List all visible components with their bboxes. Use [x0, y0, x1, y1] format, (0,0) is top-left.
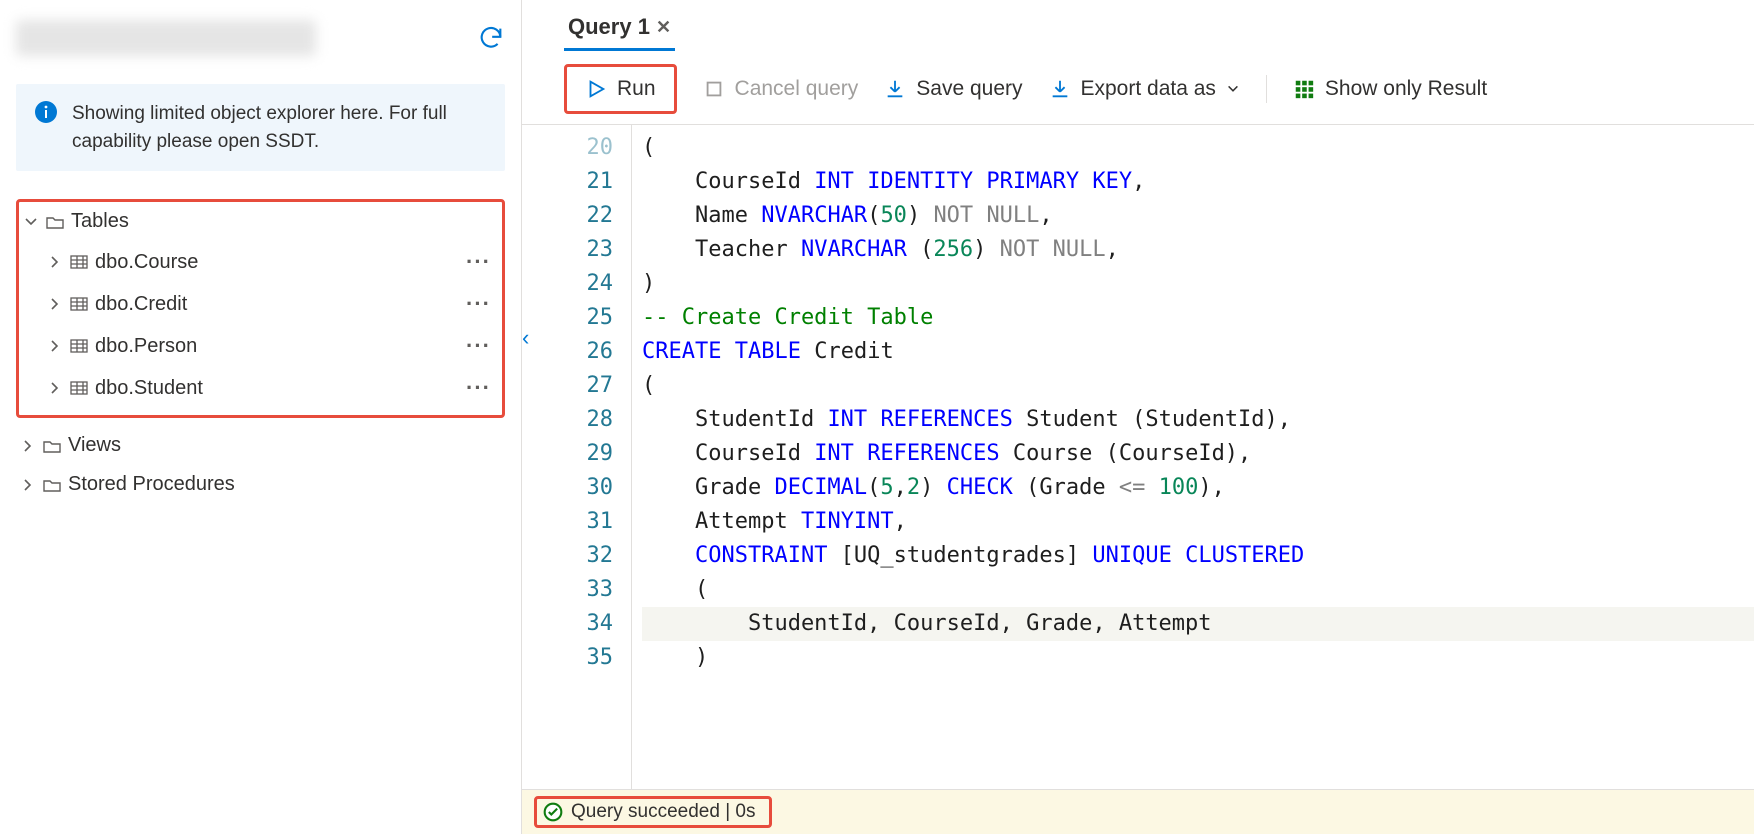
tab-title: Query 1 — [568, 14, 650, 40]
status-bar: Query succeeded | 0s — [522, 789, 1754, 834]
table-icon — [69, 252, 89, 272]
info-banner: Showing limited object explorer here. Fo… — [16, 84, 505, 171]
chevron-right-icon — [47, 254, 63, 270]
toolbar: Run Cancel query Save query Export data … — [522, 52, 1754, 125]
table-row[interactable]: dbo.Credit··· — [19, 283, 502, 325]
stop-icon — [703, 78, 725, 100]
more-icon[interactable]: ··· — [466, 291, 488, 317]
line-gutter: 20212223242526272829303132333435 — [552, 125, 632, 789]
toolbar-divider — [1266, 75, 1267, 103]
tab-bar: Query 1 ✕ — [522, 0, 1754, 52]
tab-query-1[interactable]: Query 1 ✕ — [564, 8, 675, 51]
chevron-right-icon — [47, 296, 63, 312]
download-icon — [1049, 78, 1071, 100]
object-explorer-sidebar: Showing limited object explorer here. Fo… — [0, 0, 522, 834]
tables-highlight: Tables dbo.Course···dbo.Credit···dbo.Per… — [16, 199, 505, 418]
more-icon[interactable]: ··· — [466, 249, 488, 275]
more-icon[interactable]: ··· — [466, 333, 488, 359]
table-icon — [69, 336, 89, 356]
code-area[interactable]: ( CourseId INT IDENTITY PRIMARY KEY, Nam… — [632, 125, 1754, 789]
table-name: dbo.Person — [95, 335, 466, 358]
export-label: Export data as — [1081, 77, 1216, 101]
chevron-right-icon — [47, 338, 63, 354]
export-data-button[interactable]: Export data as — [1049, 77, 1240, 101]
tables-label: Tables — [71, 210, 498, 233]
tree-tables[interactable]: Tables — [19, 202, 502, 241]
tree-stored-procedures[interactable]: Stored Procedures — [16, 465, 505, 504]
table-icon — [69, 294, 89, 314]
status-highlight: Query succeeded | 0s — [534, 796, 772, 828]
object-tree: Tables dbo.Course···dbo.Credit···dbo.Per… — [16, 199, 505, 504]
table-name: dbo.Course — [95, 251, 466, 274]
run-button[interactable]: Run — [564, 64, 677, 114]
close-icon[interactable]: ✕ — [656, 17, 671, 38]
table-row[interactable]: dbo.Student··· — [19, 367, 502, 409]
show-result-label: Show only Result — [1325, 77, 1487, 101]
collapse-panel-icon[interactable]: ‹ — [522, 325, 529, 351]
views-label: Views — [68, 434, 501, 457]
cancel-label: Cancel query — [735, 77, 859, 101]
save-query-button[interactable]: Save query — [884, 77, 1022, 101]
show-only-result-button[interactable]: Show only Result — [1293, 77, 1487, 101]
table-row[interactable]: dbo.Person··· — [19, 325, 502, 367]
chevron-down-icon — [1226, 82, 1240, 96]
cancel-query-button: Cancel query — [703, 77, 859, 101]
folder-icon — [42, 436, 62, 456]
folder-icon — [42, 475, 62, 495]
table-name: dbo.Student — [95, 377, 466, 400]
table-icon — [69, 378, 89, 398]
chevron-right-icon — [47, 380, 63, 396]
save-label: Save query — [916, 77, 1022, 101]
success-icon — [543, 802, 563, 822]
more-icon[interactable]: ··· — [466, 375, 488, 401]
table-row[interactable]: dbo.Course··· — [19, 241, 502, 283]
tree-views[interactable]: Views — [16, 426, 505, 465]
main-panel: Query 1 ✕ Run Cancel query Save query Ex… — [522, 0, 1754, 834]
folder-icon — [45, 212, 65, 232]
sprocs-label: Stored Procedures — [68, 473, 501, 496]
info-icon — [34, 100, 58, 124]
database-name-blurred — [16, 20, 316, 56]
table-name: dbo.Credit — [95, 293, 466, 316]
download-icon — [884, 78, 906, 100]
info-text: Showing limited object explorer here. Fo… — [72, 100, 487, 155]
play-icon — [585, 78, 607, 100]
status-text: Query succeeded | 0s — [571, 801, 755, 823]
chevron-right-icon — [20, 477, 36, 493]
chevron-right-icon — [20, 438, 36, 454]
refresh-icon[interactable] — [477, 24, 505, 52]
run-label: Run — [617, 77, 656, 101]
chevron-down-icon — [23, 214, 39, 230]
code-editor[interactable]: ‹ 20212223242526272829303132333435 ( Cou… — [522, 125, 1754, 789]
grid-icon — [1293, 78, 1315, 100]
